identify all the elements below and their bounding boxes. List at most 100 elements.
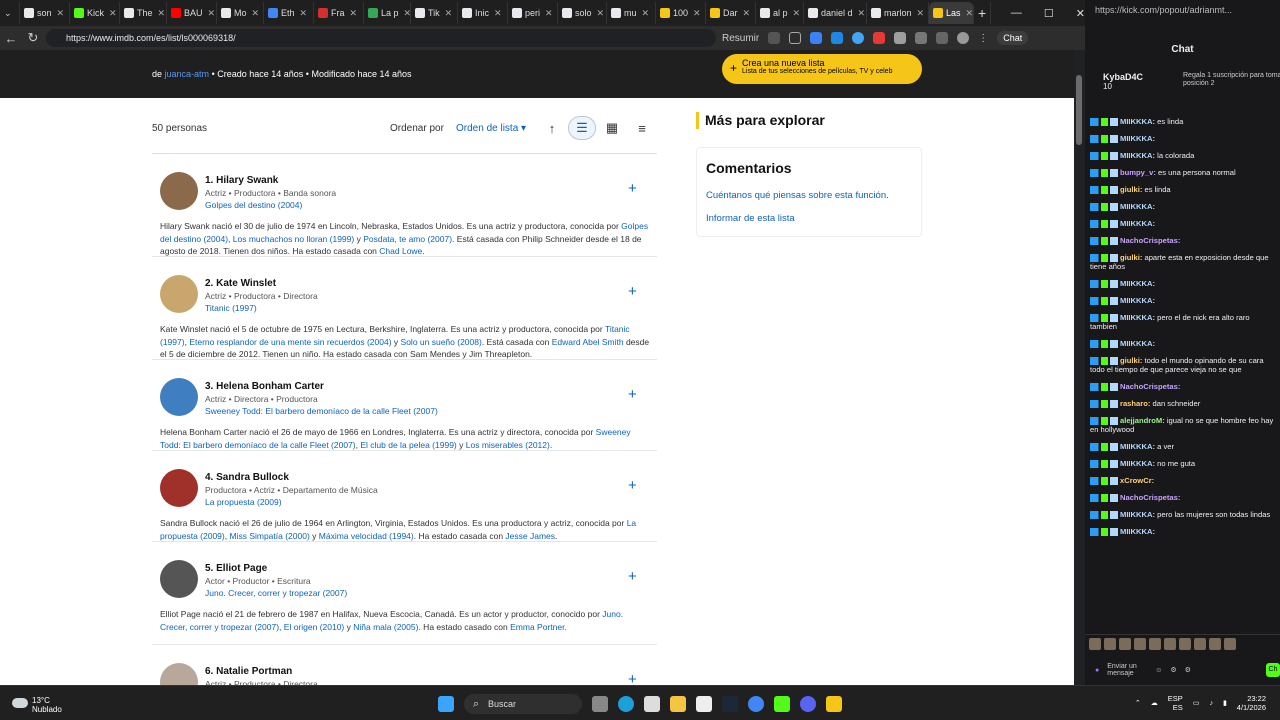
tab-close-icon[interactable]: ✕	[494, 8, 502, 19]
person-name[interactable]: 1. Hilary Swank	[205, 175, 278, 186]
chat-username[interactable]: giulki:	[1120, 356, 1142, 365]
browser-tab[interactable]: Las ✕	[929, 2, 974, 24]
bio-link[interactable]: Niña mala (2005)	[353, 622, 418, 632]
emote-icon[interactable]	[1149, 638, 1161, 650]
create-list-button[interactable]: + Crea una nueva lista Lista de tus sele…	[722, 54, 922, 84]
settings-icon[interactable]: ⚙	[1185, 666, 1191, 674]
chevron-up-icon[interactable]: ⌃	[1135, 699, 1141, 707]
chat-username[interactable]: MIIKKKA:	[1120, 151, 1155, 160]
close-icon[interactable]: ✕	[1076, 7, 1085, 20]
clock[interactable]: 23:22 4/1/2026	[1237, 694, 1266, 712]
chat-username[interactable]: rasharo:	[1120, 399, 1150, 408]
known-for-link[interactable]: La propuesta (2009)	[205, 497, 282, 507]
tab-close-icon[interactable]: ✕	[917, 8, 925, 19]
emote-icon[interactable]	[1164, 638, 1176, 650]
chat-username[interactable]: MIIKKKA:	[1120, 134, 1155, 143]
avatar[interactable]	[160, 663, 198, 685]
emote-icon[interactable]	[1224, 638, 1236, 650]
tray-icon[interactable]: ☁	[1151, 699, 1158, 707]
bio-link[interactable]: Miss Simpatía (2000)	[229, 531, 309, 541]
chat-username[interactable]: MIIKKKA:	[1120, 510, 1155, 519]
detailed-view-icon[interactable]: ☰	[568, 116, 596, 140]
person-name[interactable]: 4. Sandra Bullock	[205, 472, 289, 483]
emote-icon[interactable]	[1089, 638, 1101, 650]
store-icon[interactable]	[644, 696, 660, 712]
bio-link[interactable]: Edward Abel Smith	[552, 337, 624, 347]
add-to-list-button[interactable]: +	[628, 386, 637, 403]
volume-icon[interactable]: ♪	[1209, 700, 1213, 707]
taskbar-search[interactable]: Buscar	[464, 694, 582, 714]
emote-icon[interactable]	[1104, 638, 1116, 650]
chat-input[interactable]: Enviar un mensaje	[1107, 663, 1147, 677]
browser-tab[interactable]: marlon ✕	[867, 2, 929, 24]
language-indicator[interactable]: ESP ES	[1168, 694, 1183, 712]
chat-username[interactable]: MIIKKKA:	[1120, 527, 1155, 536]
avatar[interactable]	[160, 275, 198, 313]
tab-close-icon[interactable]: ✕	[693, 8, 701, 19]
reload-icon[interactable]: ↻	[22, 30, 44, 46]
bio-link[interactable]: Posdata, te amo (2007)	[363, 234, 452, 244]
network-icon[interactable]: ▭	[1193, 699, 1200, 707]
gift-icon[interactable]: ⚙	[1170, 666, 1176, 674]
start-icon[interactable]	[438, 696, 454, 712]
emoji-icon[interactable]: ☺	[1155, 667, 1162, 674]
chat-username[interactable]: xCrowCr:	[1120, 476, 1154, 485]
chat-username[interactable]: MIIKKKA:	[1120, 219, 1155, 228]
bio-link[interactable]: Eterno resplandor de una mente sin recue…	[189, 337, 391, 347]
known-for-link[interactable]: Juno. Crecer, correr y tropezar (2007)	[205, 588, 347, 598]
chat-username[interactable]: MIIKKKA:	[1120, 459, 1155, 468]
known-for-link[interactable]: Sweeney Todd: El barbero demoníaco de la…	[205, 406, 438, 416]
browser-tab[interactable]: Tik ✕	[411, 2, 458, 24]
browser-tab[interactable]: solo ✕	[558, 2, 607, 24]
chat-username[interactable]: bumpy_v:	[1120, 168, 1156, 177]
person-name[interactable]: 3. Helena Bonham Carter	[205, 381, 324, 392]
tab-close-icon[interactable]: ✕	[642, 8, 650, 19]
report-list-link[interactable]: Informar de esta lista	[706, 213, 912, 224]
bio-link[interactable]: Chad Lowe	[379, 246, 422, 256]
add-to-list-button[interactable]: +	[628, 180, 637, 197]
minimize-icon[interactable]: —	[1011, 7, 1022, 19]
feedback-link[interactable]: Cuéntanos qué piensas sobre esta función…	[706, 190, 912, 201]
send-button[interactable]: Ch	[1266, 663, 1280, 677]
browser-tab[interactable]: daniel d ✕	[804, 2, 867, 24]
add-to-list-button[interactable]: +	[628, 671, 637, 685]
extension-icon-5[interactable]	[894, 32, 907, 44]
settings-icon[interactable]	[936, 32, 949, 44]
bio-link[interactable]: El origen (2010)	[284, 622, 344, 632]
avatar[interactable]	[160, 469, 198, 507]
tab-close-icon[interactable]: ✕	[597, 8, 605, 19]
discord-icon[interactable]	[800, 696, 816, 712]
page-scrollbar[interactable]	[1074, 50, 1085, 685]
chat-username[interactable]: MIIKKKA:	[1120, 296, 1155, 305]
chrome-icon[interactable]	[748, 696, 764, 712]
extension-icon-4[interactable]	[873, 32, 886, 44]
known-for-link[interactable]: Golpes del destino (2004)	[205, 200, 302, 210]
avatar[interactable]	[160, 378, 198, 416]
chat-username[interactable]: MIIKKKA:	[1120, 279, 1155, 288]
emote-icon[interactable]	[1209, 638, 1221, 650]
extension-icon-2[interactable]	[831, 32, 844, 44]
chat-username[interactable]: MIIKKKA:	[1120, 313, 1155, 322]
tab-close-icon[interactable]: ✕	[858, 8, 866, 19]
tab-close-icon[interactable]: ✕	[57, 8, 65, 19]
scrollbar-thumb[interactable]	[1076, 75, 1082, 145]
chat-username[interactable]: NachoCrispetas:	[1120, 236, 1180, 245]
sort-direction-icon[interactable]: ↑	[538, 116, 566, 140]
browser-tab[interactable]: La p ✕	[364, 2, 411, 24]
known-for-link[interactable]: Titanic (1997)	[205, 303, 257, 313]
extensions-puzzle-icon[interactable]	[915, 32, 928, 44]
chat-username[interactable]: NachoCrispetas:	[1120, 493, 1180, 502]
emote-icon[interactable]	[1179, 638, 1191, 650]
browser-tab[interactable]: Kick ✕	[70, 2, 120, 24]
tab-close-icon[interactable]: ✕	[208, 8, 216, 19]
translate-icon[interactable]	[768, 32, 781, 44]
tab-close-icon[interactable]: ✕	[445, 8, 453, 19]
author-link[interactable]: juanca-atm	[165, 69, 210, 79]
browser-tab[interactable]: al p ✕	[756, 2, 804, 24]
mic-icon[interactable]: ●	[1095, 667, 1099, 674]
kick-icon[interactable]	[774, 696, 790, 712]
task-view-icon[interactable]	[592, 696, 608, 712]
tab-close-icon[interactable]: ✕	[404, 8, 410, 19]
bio-link[interactable]: Los muchachos no lloran (1999)	[233, 234, 354, 244]
bio-link[interactable]: Solo un sueño (2008)	[401, 337, 482, 347]
